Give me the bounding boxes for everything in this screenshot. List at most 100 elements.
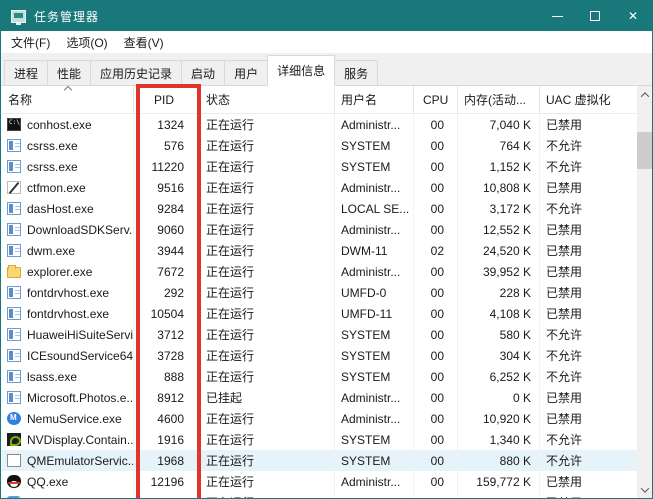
- column-header-cpu[interactable]: CPU: [414, 86, 458, 113]
- vertical-scrollbar[interactable]: [637, 86, 652, 498]
- cell-uac: 已禁用: [540, 492, 639, 498]
- sort-ascending-icon: [63, 86, 72, 95]
- minimize-button[interactable]: [538, 1, 576, 31]
- mumu-icon: [7, 412, 21, 425]
- cell-status: 正在运行: [200, 450, 335, 471]
- table-row[interactable]: ctfmon.exe 9516 正在运行 Administr... 00 10,808 K…: [2, 177, 639, 198]
- column-header-status[interactable]: 状态: [200, 86, 335, 113]
- close-icon: ✕: [627, 9, 639, 23]
- tab-users[interactable]: 用户: [225, 60, 269, 86]
- pen-icon: [7, 181, 21, 194]
- cell-cpu: 00: [414, 156, 458, 177]
- cell-mem: 6,252 K: [458, 366, 540, 387]
- cell-name: NVDisplay.Contain..: [2, 429, 134, 450]
- maximize-icon: [590, 11, 600, 21]
- cell-uac: 不允许: [540, 366, 639, 387]
- column-header-pid[interactable]: PID: [134, 86, 200, 113]
- cell-uac: 已禁用: [540, 387, 639, 408]
- cell-cpu: 00: [414, 429, 458, 450]
- table-row[interactable]: fontdrvhost.exe 292 正在运行 UMFD-0 00 228 K 已禁用: [2, 282, 639, 303]
- cell-user: Administr...: [335, 177, 414, 198]
- cell-mem: 24,520 K: [458, 240, 540, 261]
- cell-pid: 1324: [134, 114, 200, 135]
- cell-name: fontdrvhost.exe: [2, 282, 134, 303]
- menu-view[interactable]: 查看(V): [116, 32, 172, 53]
- cell-user: SYSTEM: [335, 429, 414, 450]
- column-header-name[interactable]: 名称: [2, 86, 134, 113]
- table-row[interactable]: QMEmulatorServic.. 1968 正在运行 SYSTEM 00 880 K不…: [2, 450, 639, 471]
- cell-user: SYSTEM: [335, 366, 414, 387]
- generic-icon: [7, 370, 21, 383]
- tab-startup[interactable]: 启动: [182, 60, 226, 86]
- table-row[interactable]: NemuService.exe 4600正在运行Administr...0010,…: [2, 408, 639, 429]
- tab-details[interactable]: 详细信息: [267, 55, 336, 86]
- cell-pid: 10504: [134, 303, 200, 324]
- process-name: NemuService.exe: [27, 411, 122, 426]
- table-row[interactable]: dwm.exe 3944 正在运行 DWM-11 02 24,520 K 已禁用: [2, 240, 639, 261]
- cell-name: conhost.exe: [2, 114, 134, 135]
- process-name: dasHost.exe: [27, 201, 94, 216]
- cell-user: Administr...: [335, 261, 414, 282]
- cell-mem: 12,552 K: [458, 219, 540, 240]
- menu-options[interactable]: 选项(O): [58, 32, 115, 53]
- cell-pid: 3728: [134, 345, 200, 366]
- table-row[interactable]: HuaweiHiSuiteServi.. 3712 正在运行 SYSTEM 00 580 …: [2, 324, 639, 345]
- column-header-label: 名称: [8, 93, 33, 107]
- tab-performance[interactable]: 性能: [48, 60, 92, 86]
- close-button[interactable]: ✕: [614, 1, 652, 31]
- scroll-up-button[interactable]: [637, 86, 652, 103]
- cell-mem: 4,108 K: [458, 303, 540, 324]
- maximize-button[interactable]: [576, 1, 614, 31]
- process-name: conhost.exe: [27, 117, 92, 132]
- generic-icon: [7, 391, 21, 404]
- cell-status: 正在运行: [200, 156, 335, 177]
- tab-app-history[interactable]: 应用历史记录: [91, 60, 183, 86]
- cell-pid: 8912: [134, 387, 200, 408]
- cell-cpu: 00: [414, 408, 458, 429]
- table-row[interactable]: conhost.exe 1324正在运行Administr...007,040 K…: [2, 114, 639, 135]
- table-row[interactable]: lsass.exe 888 正在运行 SYSTEM 00 6,252 K 不允许: [2, 366, 639, 387]
- folder-icon: [7, 265, 21, 278]
- table-row[interactable]: DownloadSDKServ.. 9060 正在运行 Administr... 00 1…: [2, 219, 639, 240]
- table-row[interactable]: dasHost.exe 9284 正在运行 LOCAL SE... 00 3,172 K不…: [2, 198, 639, 219]
- cell-cpu: 00: [414, 450, 458, 471]
- table-row[interactable]: csrss.exe 11220 正在运行 SYSTEM 00 1,152 K 不允许: [2, 156, 639, 177]
- cell-user: Administr...: [335, 492, 414, 498]
- table-row[interactable]: QQ.exe 12196 正在运行 Administr... 00 159,772 K 已禁…: [2, 471, 639, 492]
- table-row[interactable]: fontdrvhost.exe 10504 正在运行 UMFD-11 00 4,108 K…: [2, 303, 639, 324]
- generic-icon: [7, 160, 21, 173]
- column-header-mem[interactable]: 内存(活动...: [458, 86, 540, 113]
- cell-pid: 752: [134, 492, 200, 498]
- cell-status: 正在运行: [200, 345, 335, 366]
- table-row[interactable]: Microsoft.Photos.e.. 8912 已挂起 Administr... 0…: [2, 387, 639, 408]
- cell-user: LOCAL SE...: [335, 198, 414, 219]
- multicolor-icon: [7, 496, 21, 498]
- table-row[interactable]: QQLive.exe 752正在运行Administr...06207,320 K…: [2, 492, 639, 498]
- cell-user: SYSTEM: [335, 450, 414, 471]
- tab-processes[interactable]: 进程: [4, 60, 49, 86]
- cell-pid: 4600: [134, 408, 200, 429]
- scrollbar-thumb[interactable]: [637, 132, 652, 169]
- table-row[interactable]: explorer.exe 7672 正在运行 Administr... 00 39,952…: [2, 261, 639, 282]
- table-row[interactable]: csrss.exe 576 正在运行 SYSTEM 00 764 K 不允许: [2, 135, 639, 156]
- column-header-label: 状态: [206, 93, 231, 107]
- cell-pid: 3944: [134, 240, 200, 261]
- cell-mem: 228 K: [458, 282, 540, 303]
- menu-file[interactable]: 文件(F): [3, 32, 58, 53]
- table-row[interactable]: ICEsoundService64.. 3728 正在运行 SYSTEM 00 304 K…: [2, 345, 639, 366]
- cell-user: Administr...: [335, 219, 414, 240]
- cell-cpu: 00: [414, 471, 458, 492]
- tab-services[interactable]: 服务: [335, 60, 379, 86]
- cell-name: NemuService.exe: [2, 408, 134, 429]
- scroll-down-button[interactable]: [637, 481, 652, 498]
- column-header-user[interactable]: 用户名: [335, 86, 414, 113]
- table-row[interactable]: NVDisplay.Contain.. 1916 正在运行 SYSTEM 00 1,340…: [2, 429, 639, 450]
- cell-mem: 159,772 K: [458, 471, 540, 492]
- process-name: HuaweiHiSuiteServi..: [27, 327, 134, 342]
- cell-name: QQLive.exe: [2, 492, 134, 498]
- column-header-uac[interactable]: UAC 虚拟化: [540, 86, 639, 113]
- generic-icon: [7, 328, 21, 341]
- process-name: fontdrvhost.exe: [27, 306, 110, 321]
- chevron-up-icon: [640, 91, 649, 101]
- cell-user: Administr...: [335, 114, 414, 135]
